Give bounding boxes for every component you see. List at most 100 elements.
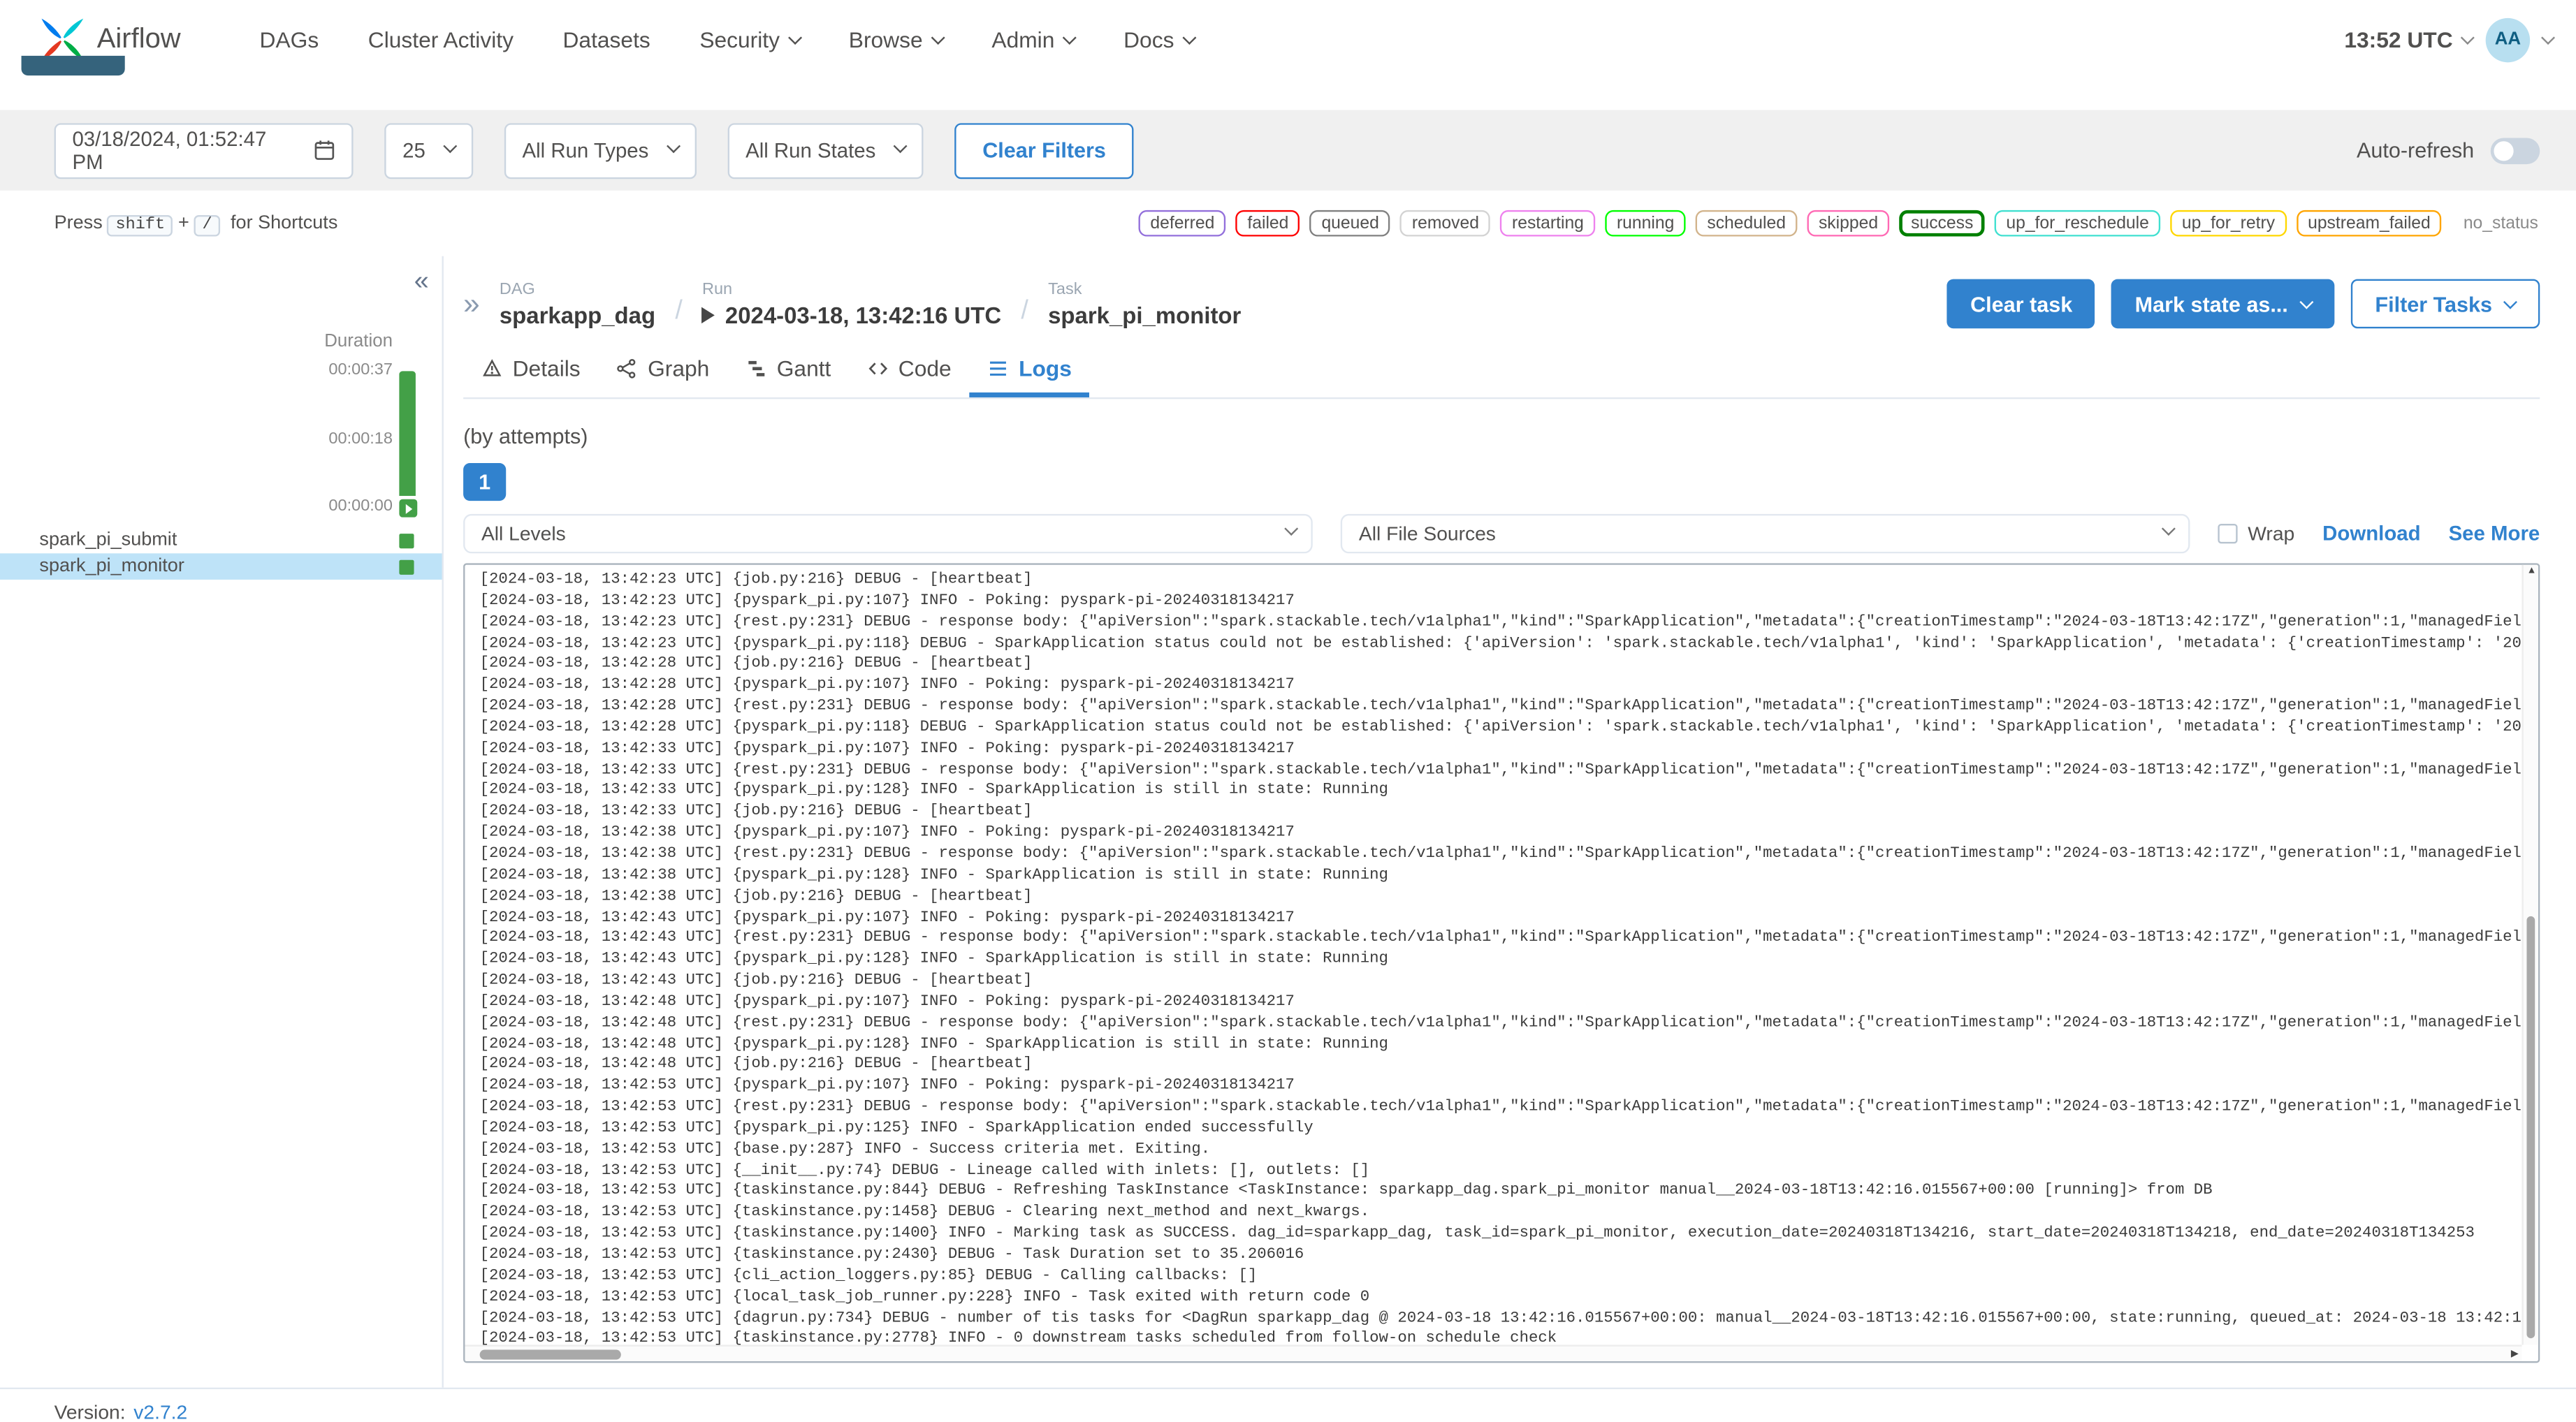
- expand-panel-button[interactable]: »: [463, 289, 480, 318]
- wrap-checkbox[interactable]: [2218, 523, 2239, 544]
- nav-item[interactable]: Datasets: [563, 27, 650, 52]
- run-name-link[interactable]: 2024-03-18, 13:42:16 UTC: [702, 302, 1001, 328]
- auto-refresh-control: Auto-refresh: [2357, 137, 2540, 163]
- breadcrumb-separator: /: [675, 297, 683, 325]
- log-line: [2024-03-18, 13:42:53 UTC] {taskinstance…: [479, 1223, 2475, 1242]
- clear-task-button[interactable]: Clear task: [1947, 279, 2096, 329]
- run-types-value: All Run Types: [522, 138, 649, 162]
- log-line: [2024-03-18, 13:42:53 UTC] {taskinstance…: [479, 1202, 1370, 1221]
- top-navbar: Airflow DAGs Cluster Activity Datasets S…: [0, 0, 2576, 79]
- auto-refresh-toggle[interactable]: [2490, 137, 2540, 163]
- status-badge[interactable]: upstream_failed: [2296, 210, 2443, 237]
- log-line: [2024-03-18, 13:42:33 UTC] {rest.py:231}…: [479, 759, 2522, 778]
- scroll-up-arrow-icon[interactable]: ▲: [2524, 566, 2538, 576]
- status-badge[interactable]: queued: [1309, 210, 1391, 237]
- status-badge[interactable]: success: [1899, 210, 1985, 237]
- nav-menu: DAGs Cluster Activity Datasets Security: [260, 27, 1196, 52]
- nav-item[interactable]: Cluster Activity: [368, 27, 514, 52]
- status-badge[interactable]: skipped: [1807, 210, 1890, 237]
- by-attempts-label: (by attempts): [463, 423, 588, 448]
- nav-item[interactable]: Admin: [991, 27, 1077, 52]
- dag-run-status-square[interactable]: [399, 499, 418, 518]
- dag-name-link[interactable]: sparkapp_dag: [500, 302, 655, 329]
- log-line: [2024-03-18, 13:42:48 UTC] {pyspark_pi.p…: [479, 1034, 1388, 1052]
- status-badge[interactable]: scheduled: [1695, 210, 1798, 237]
- log-controls: All Levels All File Sources Wrap Downloa…: [463, 513, 2540, 554]
- nav-item-label: Admin: [991, 27, 1055, 52]
- log-line: [2024-03-18, 13:42:48 UTC] {rest.py:231}…: [479, 1012, 2522, 1031]
- legend-row: Press shift + / for Shortcuts deferred fail…: [0, 191, 2576, 256]
- navbar-right: 13:52 UTC AA: [2344, 17, 2555, 62]
- dag-label: DAG: [499, 281, 535, 299]
- log-line: [2024-03-18, 13:42:23 UTC] {pyspark_pi.p…: [479, 633, 2522, 652]
- log-line: [2024-03-18, 13:42:53 UTC] {pyspark_pi.p…: [479, 1076, 1295, 1094]
- status-badge[interactable]: restarting: [1500, 210, 1596, 237]
- task-status-square[interactable]: [399, 532, 414, 548]
- status-badge[interactable]: up_for_reschedule: [1994, 210, 2161, 237]
- page-size-select[interactable]: 25: [384, 122, 473, 179]
- log-line: [2024-03-18, 13:42:38 UTC] {rest.py:231}…: [479, 844, 2522, 863]
- chevron-down-icon: [2162, 522, 2176, 536]
- log-line: [2024-03-18, 13:42:23 UTC] {job.py:216} …: [479, 569, 1033, 588]
- status-badge[interactable]: up_for_retry: [2170, 210, 2287, 237]
- chevron-down-icon: [893, 138, 908, 153]
- filter-tasks-label: Filter Tasks: [2375, 291, 2493, 316]
- task-row[interactable]: spark_pi_monitor: [0, 553, 442, 580]
- tab-logs[interactable]: Logs: [969, 345, 1090, 397]
- attempt-1-button[interactable]: 1: [463, 462, 507, 501]
- breadcrumb-run: Run 2024-03-18, 13:42:16 UTC: [702, 281, 1001, 328]
- page: Airflow DAGs Cluster Activity Datasets S…: [0, 0, 2576, 1422]
- base-date-input[interactable]: 03/18/2024, 01:52:47 PM: [54, 122, 354, 179]
- nav-item[interactable]: Browse: [849, 27, 945, 52]
- nav-item-label: Docs: [1123, 27, 1174, 52]
- run-states-value: All Run States: [745, 138, 876, 162]
- dag-run-duration-bar[interactable]: [399, 371, 416, 497]
- content: « Duration 00:00:37 00:00:18 00:00:00 sp…: [0, 256, 2576, 1388]
- chevron-down-icon: [2299, 294, 2313, 309]
- version-link[interactable]: v2.7.2: [133, 1400, 187, 1422]
- chevron-down-icon: [930, 29, 945, 44]
- log-line: [2024-03-18, 13:42:38 UTC] {pyspark_pi.p…: [479, 823, 1295, 842]
- vertical-scrollbar[interactable]: ▲: [2522, 564, 2538, 1345]
- task-name-link[interactable]: spark_pi_monitor: [1048, 302, 1241, 329]
- clock-dropdown[interactable]: 13:52 UTC: [2344, 27, 2475, 52]
- horizontal-scrollbar[interactable]: ▶: [465, 1344, 2522, 1362]
- status-badge[interactable]: failed: [1235, 210, 1300, 237]
- cropped-button-fragment[interactable]: [21, 55, 125, 76]
- nav-item[interactable]: Docs: [1123, 27, 1196, 52]
- status-badge[interactable]: running: [1605, 210, 1686, 237]
- log-line: [2024-03-18, 13:42:33 UTC] {pyspark_pi.p…: [479, 738, 1295, 757]
- avatar[interactable]: AA: [2485, 17, 2531, 62]
- tab-gantt[interactable]: Gantt: [727, 345, 849, 397]
- log-line: [2024-03-18, 13:42:43 UTC] {pyspark_pi.p…: [479, 907, 1295, 925]
- task-status-square[interactable]: [399, 559, 414, 574]
- tab-code[interactable]: Code: [849, 345, 969, 397]
- vertical-scrollbar-thumb[interactable]: [2526, 916, 2535, 1339]
- scroll-right-arrow-icon[interactable]: ▶: [2511, 1348, 2519, 1360]
- run-label: Run: [702, 281, 733, 299]
- log-line: [2024-03-18, 13:42:33 UTC] {pyspark_pi.p…: [479, 780, 1388, 799]
- tab-details-label: Details: [512, 356, 581, 381]
- tab-details[interactable]: Details: [463, 345, 598, 397]
- horizontal-scrollbar-thumb[interactable]: [479, 1349, 621, 1360]
- nav-item[interactable]: DAGs: [260, 27, 319, 52]
- mark-state-as-button[interactable]: Mark state as...: [2111, 279, 2334, 329]
- status-badge[interactable]: deferred: [1138, 210, 1226, 237]
- status-badge[interactable]: no_status: [2452, 210, 2540, 237]
- download-link[interactable]: Download: [2322, 522, 2420, 545]
- tab-graph[interactable]: Graph: [599, 345, 728, 397]
- clear-task-label: Clear task: [1970, 291, 2073, 316]
- chevron-down-icon[interactable]: [2541, 29, 2555, 44]
- log-levels-select[interactable]: All Levels: [463, 513, 1314, 554]
- run-types-select[interactable]: All Run Types: [504, 122, 697, 179]
- file-sources-select[interactable]: All File Sources: [1341, 513, 2191, 554]
- log-line: [2024-03-18, 13:42:28 UTC] {rest.py:231}…: [479, 696, 2522, 714]
- task-row[interactable]: spark_pi_submit: [0, 527, 442, 554]
- status-badge[interactable]: removed: [1400, 210, 1491, 237]
- nav-item[interactable]: Security: [699, 27, 802, 52]
- see-more-link[interactable]: See More: [2449, 522, 2540, 545]
- filter-tasks-button[interactable]: Filter Tasks: [2350, 279, 2540, 329]
- run-states-select[interactable]: All Run States: [727, 122, 924, 179]
- clear-filters-button[interactable]: Clear Filters: [954, 122, 1134, 179]
- chevron-down-icon: [1062, 29, 1077, 44]
